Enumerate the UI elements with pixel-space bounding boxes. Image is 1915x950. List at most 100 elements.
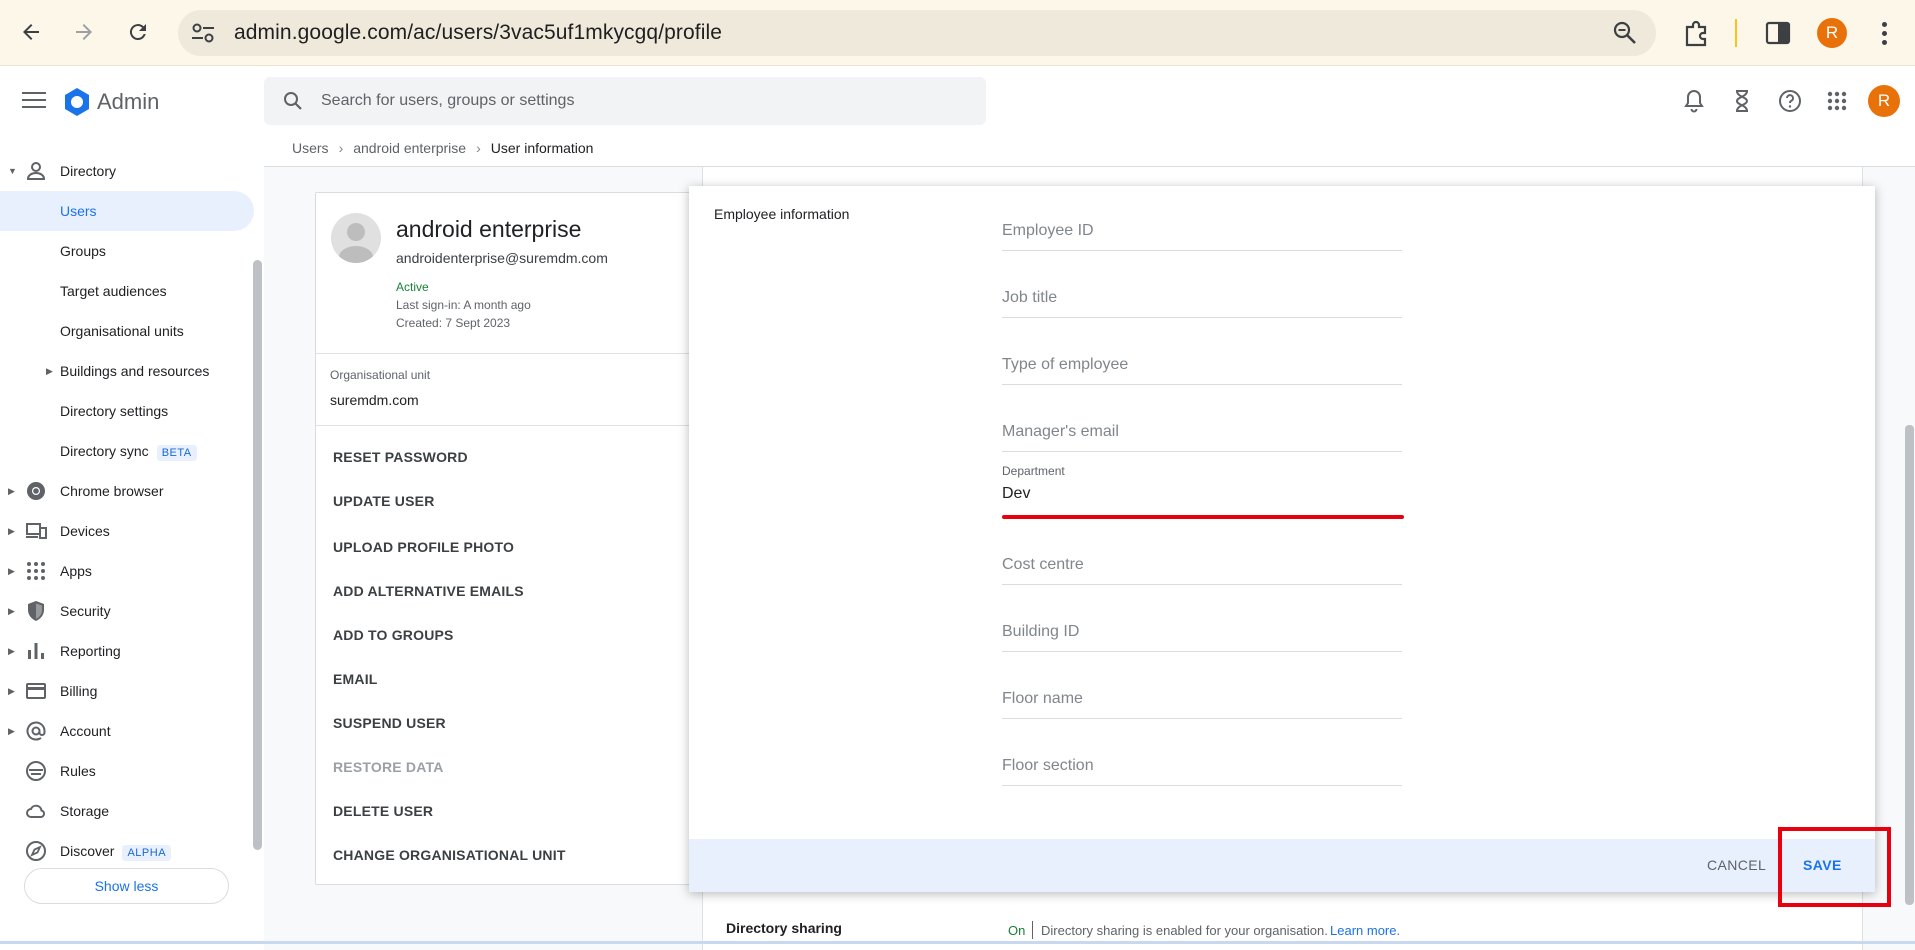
breadcrumb: Users › android enterprise › User inform… — [292, 140, 593, 156]
sidebar-scrollbar[interactable] — [253, 260, 262, 850]
field-placeholder: Job title — [1002, 289, 1058, 306]
building-id-field[interactable]: Building ID — [1002, 623, 1402, 653]
employee-information-dialog: Employee information Employee ID Job tit… — [689, 186, 1875, 892]
account-avatar[interactable]: R — [1868, 85, 1900, 117]
field-underline — [1002, 584, 1402, 585]
ou-value: suremdm.com — [330, 392, 419, 408]
sidebar-item-storage[interactable]: Storage — [0, 791, 254, 831]
job-title-field[interactable]: Job title — [1002, 289, 1402, 319]
restore-data-button[interactable]: RESTORE DATA — [333, 759, 444, 775]
update-user-button[interactable]: UPDATE USER — [333, 493, 435, 509]
sidebar-item-discover[interactable]: Discover ALPHA — [0, 831, 254, 871]
field-placeholder: Floor name — [1002, 690, 1083, 707]
sidebar-item-label: Apps — [60, 563, 92, 579]
field-placeholder: Employee ID — [1002, 222, 1094, 239]
sidebar-item-billing[interactable]: ▶ Billing — [0, 671, 254, 711]
sidebar-item-label: Directory sync BETA — [60, 443, 197, 461]
browser-toolbar: admin.google.com/ac/users/3vac5uf1mkycgq… — [0, 0, 1915, 66]
app-title[interactable]: Admin — [97, 89, 159, 115]
upload-profile-photo-button[interactable]: UPLOAD PROFILE PHOTO — [333, 539, 514, 555]
email-button[interactable]: EMAIL — [333, 671, 378, 687]
created-date: Created: 7 Sept 2023 — [396, 316, 511, 330]
address-bar[interactable]: admin.google.com/ac/users/3vac5uf1mkycgq… — [178, 10, 1656, 56]
back-arrow-icon[interactable] — [13, 14, 49, 50]
sidebar-item-chrome-browser[interactable]: ▶ Chrome browser — [0, 471, 254, 511]
sidebar-item-account[interactable]: ▶ Account — [0, 711, 254, 751]
learn-more-link[interactable]: Learn more. — [1330, 923, 1400, 938]
field-placeholder: Type of employee — [1002, 356, 1129, 373]
sidebar-item-apps[interactable]: ▶ Apps — [0, 551, 254, 591]
sidebar-item-buildings-and-resources[interactable]: ▶ Buildings and resources — [0, 351, 254, 391]
extensions-puzzle-icon[interactable] — [1682, 18, 1712, 48]
delete-user-button[interactable]: DELETE USER — [333, 803, 433, 819]
divider — [316, 425, 694, 426]
zoom-icon[interactable] — [1612, 20, 1638, 46]
forward-arrow-icon[interactable] — [66, 14, 102, 50]
devices-icon — [26, 523, 47, 539]
type-of-employee-field[interactable]: Type of employee — [1002, 356, 1402, 386]
sidebar-item-organisational-units[interactable]: Organisational units — [0, 311, 254, 351]
sidebar-item-directory-sync[interactable]: Directory sync BETA — [0, 431, 254, 471]
notifications-bell-icon[interactable] — [1681, 88, 1707, 114]
floor-section-field[interactable]: Floor section — [1002, 757, 1402, 787]
admin-logo-icon[interactable] — [62, 87, 92, 117]
breadcrumb-current: User information — [490, 140, 594, 156]
user-summary-card: android enterprise androidenterprise@sur… — [315, 192, 695, 885]
add-alternative-emails-button[interactable]: ADD ALTERNATIVE EMAILS — [333, 583, 524, 599]
divider — [316, 353, 694, 354]
floor-name-field[interactable]: Floor name — [1002, 690, 1402, 720]
url-text[interactable]: admin.google.com/ac/users/3vac5uf1mkycgq… — [234, 21, 722, 45]
at-sign-icon — [26, 721, 46, 741]
main-scrollbar[interactable] — [1905, 425, 1914, 905]
search-input[interactable] — [321, 89, 941, 113]
show-less-button[interactable]: Show less — [24, 868, 229, 904]
sidebar-item-label: Billing — [60, 683, 98, 699]
suspend-user-button[interactable]: SUSPEND USER — [333, 715, 446, 731]
breadcrumb-user[interactable]: android enterprise — [353, 140, 466, 156]
help-icon[interactable] — [1777, 88, 1803, 114]
department-field[interactable]: Department Dev — [1002, 464, 1404, 522]
managers-email-field[interactable]: Manager's email — [1002, 423, 1402, 453]
header-divider — [264, 166, 1915, 167]
dialog-footer: CANCEL SAVE — [689, 839, 1875, 892]
sidebar-item-security[interactable]: ▶ Security — [0, 591, 254, 631]
field-underline — [1002, 785, 1402, 786]
page-bottom-border — [0, 941, 1915, 944]
sidebar-item-directory-settings[interactable]: Directory settings — [0, 391, 254, 431]
caret-right-icon: ▶ — [8, 645, 15, 656]
apps-grid-icon[interactable] — [1824, 88, 1850, 114]
sidebar-item-groups[interactable]: Groups — [0, 231, 254, 271]
page-root: admin.google.com/ac/users/3vac5uf1mkycgq… — [0, 0, 1915, 950]
user-avatar[interactable] — [331, 213, 381, 263]
admin-search[interactable] — [264, 77, 986, 125]
caret-down-icon: ▼ — [8, 166, 17, 176]
directory-sharing-text: Directory sharing is enabled for your or… — [1041, 923, 1328, 938]
main-menu-icon[interactable] — [22, 92, 46, 110]
department-value[interactable]: Dev — [1002, 485, 1030, 503]
side-panel-icon[interactable] — [1763, 18, 1793, 48]
breadcrumb-users[interactable]: Users — [292, 140, 329, 156]
change-organisational-unit-button[interactable]: CHANGE ORGANISATIONAL UNIT — [333, 847, 566, 863]
ou-label: Organisational unit — [330, 368, 431, 382]
cancel-button[interactable]: CANCEL — [1707, 857, 1766, 873]
site-settings-icon[interactable] — [190, 21, 216, 45]
caret-right-icon: ▶ — [8, 485, 15, 496]
sidebar-item-users[interactable]: Users — [0, 191, 254, 231]
employee-id-field[interactable]: Employee ID — [1002, 222, 1402, 252]
sidebar-item-text: Discover — [60, 843, 115, 859]
sidebar-item-target-audiences[interactable]: Target audiences — [0, 271, 254, 311]
browser-profile-avatar[interactable]: R — [1817, 18, 1847, 48]
cost-centre-field[interactable]: Cost centre — [1002, 556, 1402, 586]
sidebar-item-rules[interactable]: Rules — [0, 751, 254, 791]
reset-password-button[interactable]: RESET PASSWORD — [333, 449, 468, 465]
sidebar-item-devices[interactable]: ▶ Devices — [0, 511, 254, 551]
reload-icon[interactable] — [120, 14, 156, 50]
sidebar-item-reporting[interactable]: ▶ Reporting — [0, 631, 254, 671]
tasks-hourglass-icon[interactable] — [1729, 88, 1755, 114]
field-underline — [1002, 651, 1402, 652]
rules-icon — [26, 761, 46, 781]
section-title: Employee information — [714, 206, 850, 222]
browser-menu-icon[interactable] — [1872, 18, 1896, 48]
add-to-groups-button[interactable]: ADD TO GROUPS — [333, 627, 454, 643]
sidebar-item-directory[interactable]: ▼ Directory — [0, 151, 254, 191]
